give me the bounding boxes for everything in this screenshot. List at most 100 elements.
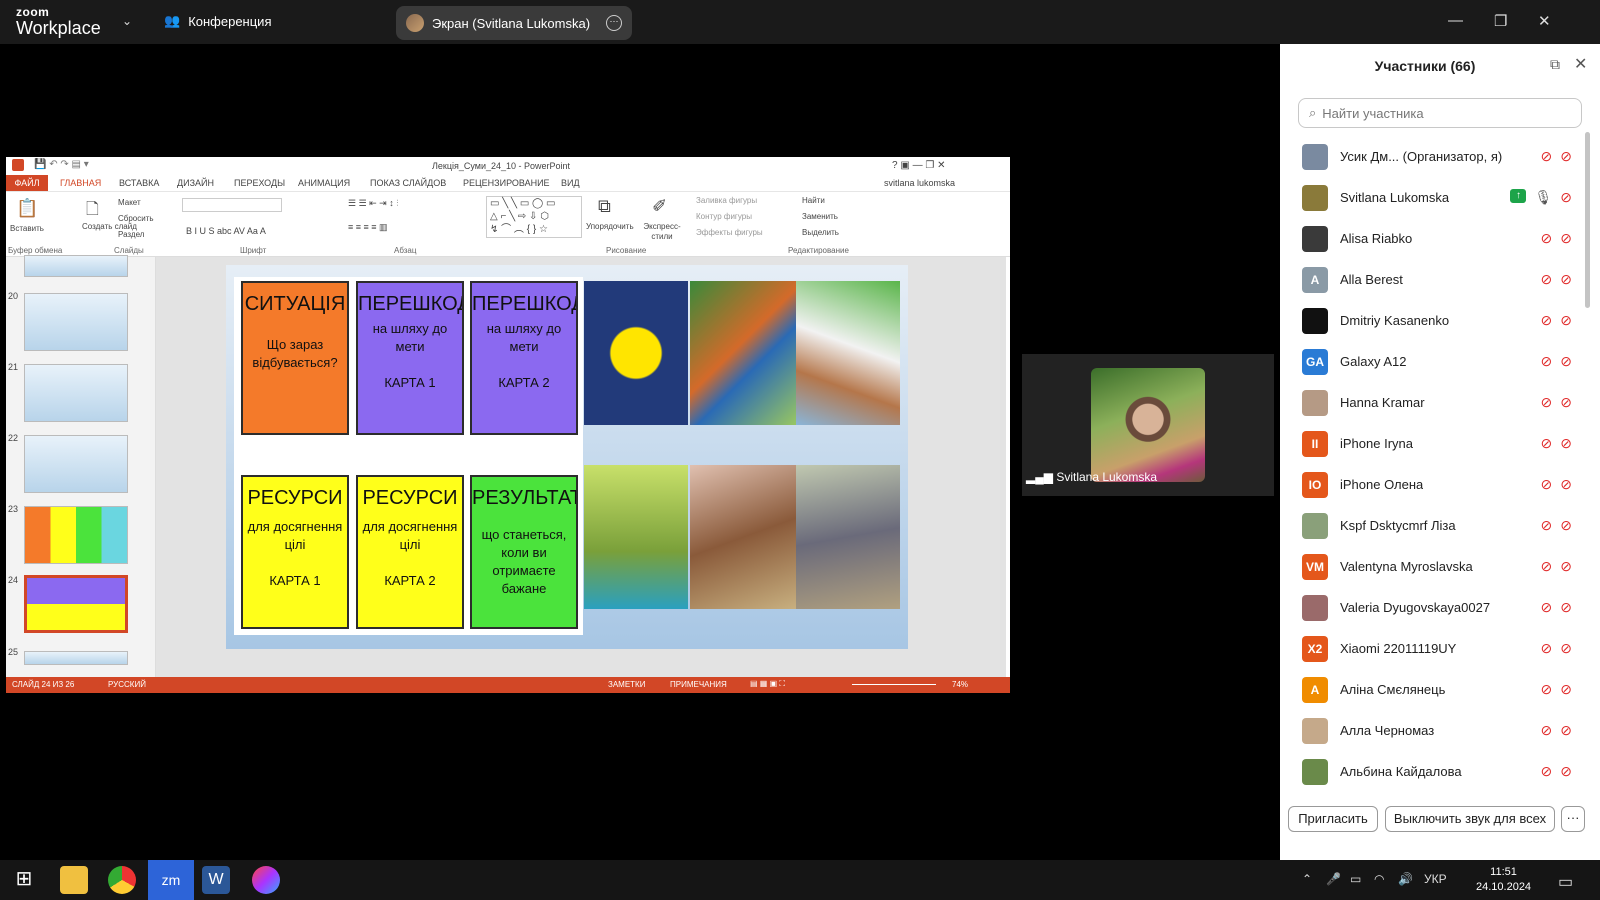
video-off-icon[interactable]: ⊘	[1560, 558, 1572, 575]
screen-share-pill[interactable]: Экран (Svitlana Lukomska) ···	[396, 6, 632, 40]
card-situation[interactable]: СИТУАЦІЯ Що зараз відбувається?	[241, 281, 349, 435]
participant-row[interactable]: Hanna Kramar ⊘ ⊘	[1280, 382, 1580, 423]
select-button[interactable]: Выделить	[802, 228, 839, 237]
participant-row[interactable]: IO iPhone Олена ⊘ ⊘	[1280, 464, 1580, 505]
mic-off-icon[interactable]: ⊘	[1541, 271, 1553, 288]
mic-off-icon[interactable]: ⊘	[1541, 640, 1553, 657]
painting-hill[interactable]	[796, 281, 900, 425]
file-explorer-icon[interactable]	[60, 866, 88, 894]
paste-button[interactable]: Вставить	[10, 224, 44, 233]
video-off-icon[interactable]: ⊘	[1560, 271, 1572, 288]
video-off-icon[interactable]: ⊘	[1560, 435, 1572, 452]
participant-row[interactable]: II iPhone Iryna ⊘ ⊘	[1280, 423, 1580, 464]
participant-row[interactable]: Kspf Dsktycmrf Ліза ⊘ ⊘	[1280, 505, 1580, 546]
video-off-icon[interactable]: ⊘	[1560, 230, 1572, 247]
quick-access-icons[interactable]: 💾 ↶ ↷ ▤ ▾	[34, 159, 89, 170]
microphone-tray-icon[interactable]: 🎤	[1326, 872, 1341, 886]
participant-row[interactable]: VM Valentyna Myroslavska ⊘ ⊘	[1280, 546, 1580, 587]
zoom-level[interactable]: 74%	[952, 680, 968, 689]
windows-start-icon[interactable]: ⊞	[10, 866, 38, 894]
tab-slideshow[interactable]: ПОКАЗ СЛАЙДОВ	[370, 178, 446, 188]
slide-thumbnail-20[interactable]	[24, 293, 128, 351]
participant-row[interactable]: A Аліна Смєлянець ⊘ ⊘	[1280, 669, 1580, 710]
align-icons[interactable]: ≡ ≡ ≡ ≡ ▥	[348, 222, 388, 233]
font-name-field[interactable]	[182, 198, 282, 212]
video-off-icon[interactable]: ⊘	[1560, 312, 1572, 329]
comments-button[interactable]: ПРИМЕЧАНИЯ	[670, 680, 727, 689]
find-button[interactable]: Найти	[802, 196, 825, 205]
reset-button[interactable]: Сбросить	[118, 214, 154, 223]
zoom-taskbar-icon[interactable]: zm	[148, 860, 194, 900]
participant-row[interactable]: GA Galaxy A12 ⊘ ⊘	[1280, 341, 1580, 382]
video-off-icon[interactable]: ⊘	[1560, 763, 1572, 780]
video-tile[interactable]: ▂▄▆ Svitlana Lukomska	[1022, 354, 1274, 496]
tab-insert[interactable]: ВСТАВКА	[119, 178, 159, 188]
meeting-menu[interactable]: 👥 Конференция	[164, 13, 271, 29]
language-tray[interactable]: УКР	[1424, 872, 1447, 886]
slide-thumbnail-24-selected[interactable]	[24, 575, 128, 633]
view-buttons[interactable]: ▤ ▦ ▣ ⛶	[750, 679, 785, 689]
participant-row[interactable]: Усик Дм... (Организатор, я) ⊘ ⊘	[1280, 136, 1580, 177]
slide-thumbnail-22[interactable]	[24, 435, 128, 493]
notification-icon[interactable]: ▭	[1558, 872, 1573, 892]
shape-fill-button[interactable]: Заливка фигуры	[696, 196, 757, 205]
mic-off-icon[interactable]: ⊘	[1541, 599, 1553, 616]
participant-row[interactable]: Alisa Riabko ⊘ ⊘	[1280, 218, 1580, 259]
quick-styles-icon[interactable]: ✐	[652, 196, 667, 217]
volume-icon[interactable]: 🔊	[1398, 872, 1413, 886]
card-resources-1[interactable]: РЕСУРСИ для досягнення цілі КАРТА 1	[241, 475, 349, 629]
video-off-icon[interactable]: ⊘	[1560, 681, 1572, 698]
tab-animation[interactable]: АНИМАЦИЯ	[298, 178, 350, 188]
mic-off-icon[interactable]: ⊘	[1541, 148, 1553, 165]
tab-home[interactable]: ГЛАВНАЯ	[60, 178, 101, 188]
painting-moon[interactable]	[584, 281, 688, 425]
participant-row[interactable]: Svitlana Lukomska ↑ 🎙 ⊘	[1280, 177, 1580, 218]
layout-button[interactable]: Макет	[118, 198, 141, 207]
arrange-icon[interactable]: ⧉	[598, 196, 611, 217]
paragraph-icons[interactable]: ☰ ☰ ⇤ ⇥ ↕ ⫶	[348, 198, 398, 209]
video-off-icon[interactable]: ⊘	[1560, 722, 1572, 739]
slide-thumbnail-25[interactable]	[24, 651, 128, 665]
card-resources-2[interactable]: РЕСУРСИ для досягнення цілі КАРТА 2	[356, 475, 464, 629]
video-off-icon[interactable]: ⊘	[1560, 640, 1572, 657]
participant-list-scrollbar[interactable]	[1585, 132, 1590, 308]
painting-road[interactable]	[690, 281, 798, 425]
arrange-button[interactable]: Упорядочить	[586, 222, 634, 231]
minimize-icon[interactable]: —	[1448, 12, 1463, 29]
video-off-icon[interactable]: ⊘	[1560, 148, 1572, 165]
chrome-icon[interactable]	[108, 866, 136, 894]
font-format-icons[interactable]: B I U S abc AV Aa A	[186, 226, 266, 236]
tab-file[interactable]: ФАЙЛ	[6, 175, 48, 191]
mic-off-icon[interactable]: ⊘	[1541, 476, 1553, 493]
video-off-icon[interactable]: ⊘	[1560, 599, 1572, 616]
slide-thumbnail-21[interactable]	[24, 364, 128, 422]
clock[interactable]: 11:51 24.10.2024	[1476, 865, 1531, 895]
close-icon[interactable]: ✕	[1538, 12, 1551, 30]
video-off-icon[interactable]: ⊘	[1560, 189, 1572, 206]
wifi-icon[interactable]: ◠	[1374, 872, 1384, 886]
shape-effects-button[interactable]: Эффекты фигуры	[696, 228, 763, 237]
mic-off-icon[interactable]: ⊘	[1541, 722, 1553, 739]
paint-app-icon[interactable]	[252, 866, 280, 894]
mic-off-icon[interactable]: ⊘	[1541, 517, 1553, 534]
participant-row[interactable]: A Alla Berest ⊘ ⊘	[1280, 259, 1580, 300]
zoom-slider[interactable]	[852, 684, 936, 685]
replace-button[interactable]: Заменить	[802, 212, 838, 221]
mic-off-icon[interactable]: ⊘	[1541, 558, 1553, 575]
current-slide[interactable]: СИТУАЦІЯ Що зараз відбувається? ПЕРЕШКОД…	[226, 265, 908, 649]
painting-windmill[interactable]	[690, 465, 798, 609]
mic-off-icon[interactable]: ⊘	[1541, 230, 1553, 247]
mute-all-button[interactable]: Выключить звук для всех	[1385, 806, 1555, 832]
restore-icon[interactable]: ❐	[1494, 12, 1507, 30]
paste-icon[interactable]: 📋	[16, 198, 38, 219]
popout-icon[interactable]: ⧉	[1550, 56, 1560, 73]
tray-expand-icon[interactable]: ⌃	[1302, 872, 1312, 886]
battery-icon[interactable]: ▭	[1350, 872, 1361, 886]
video-off-icon[interactable]: ⊘	[1560, 353, 1572, 370]
mic-off-icon[interactable]: ⊘	[1541, 312, 1553, 329]
invite-button[interactable]: Пригласить	[1288, 806, 1378, 832]
ppt-window-controls[interactable]: ? ▣ — ❐ ✕	[892, 160, 945, 171]
section-button[interactable]: Раздел	[118, 230, 144, 239]
tab-view[interactable]: ВИД	[561, 178, 580, 188]
card-obstacles-2[interactable]: ПЕРЕШКОДИ на шляху до мети КАРТА 2	[470, 281, 578, 435]
